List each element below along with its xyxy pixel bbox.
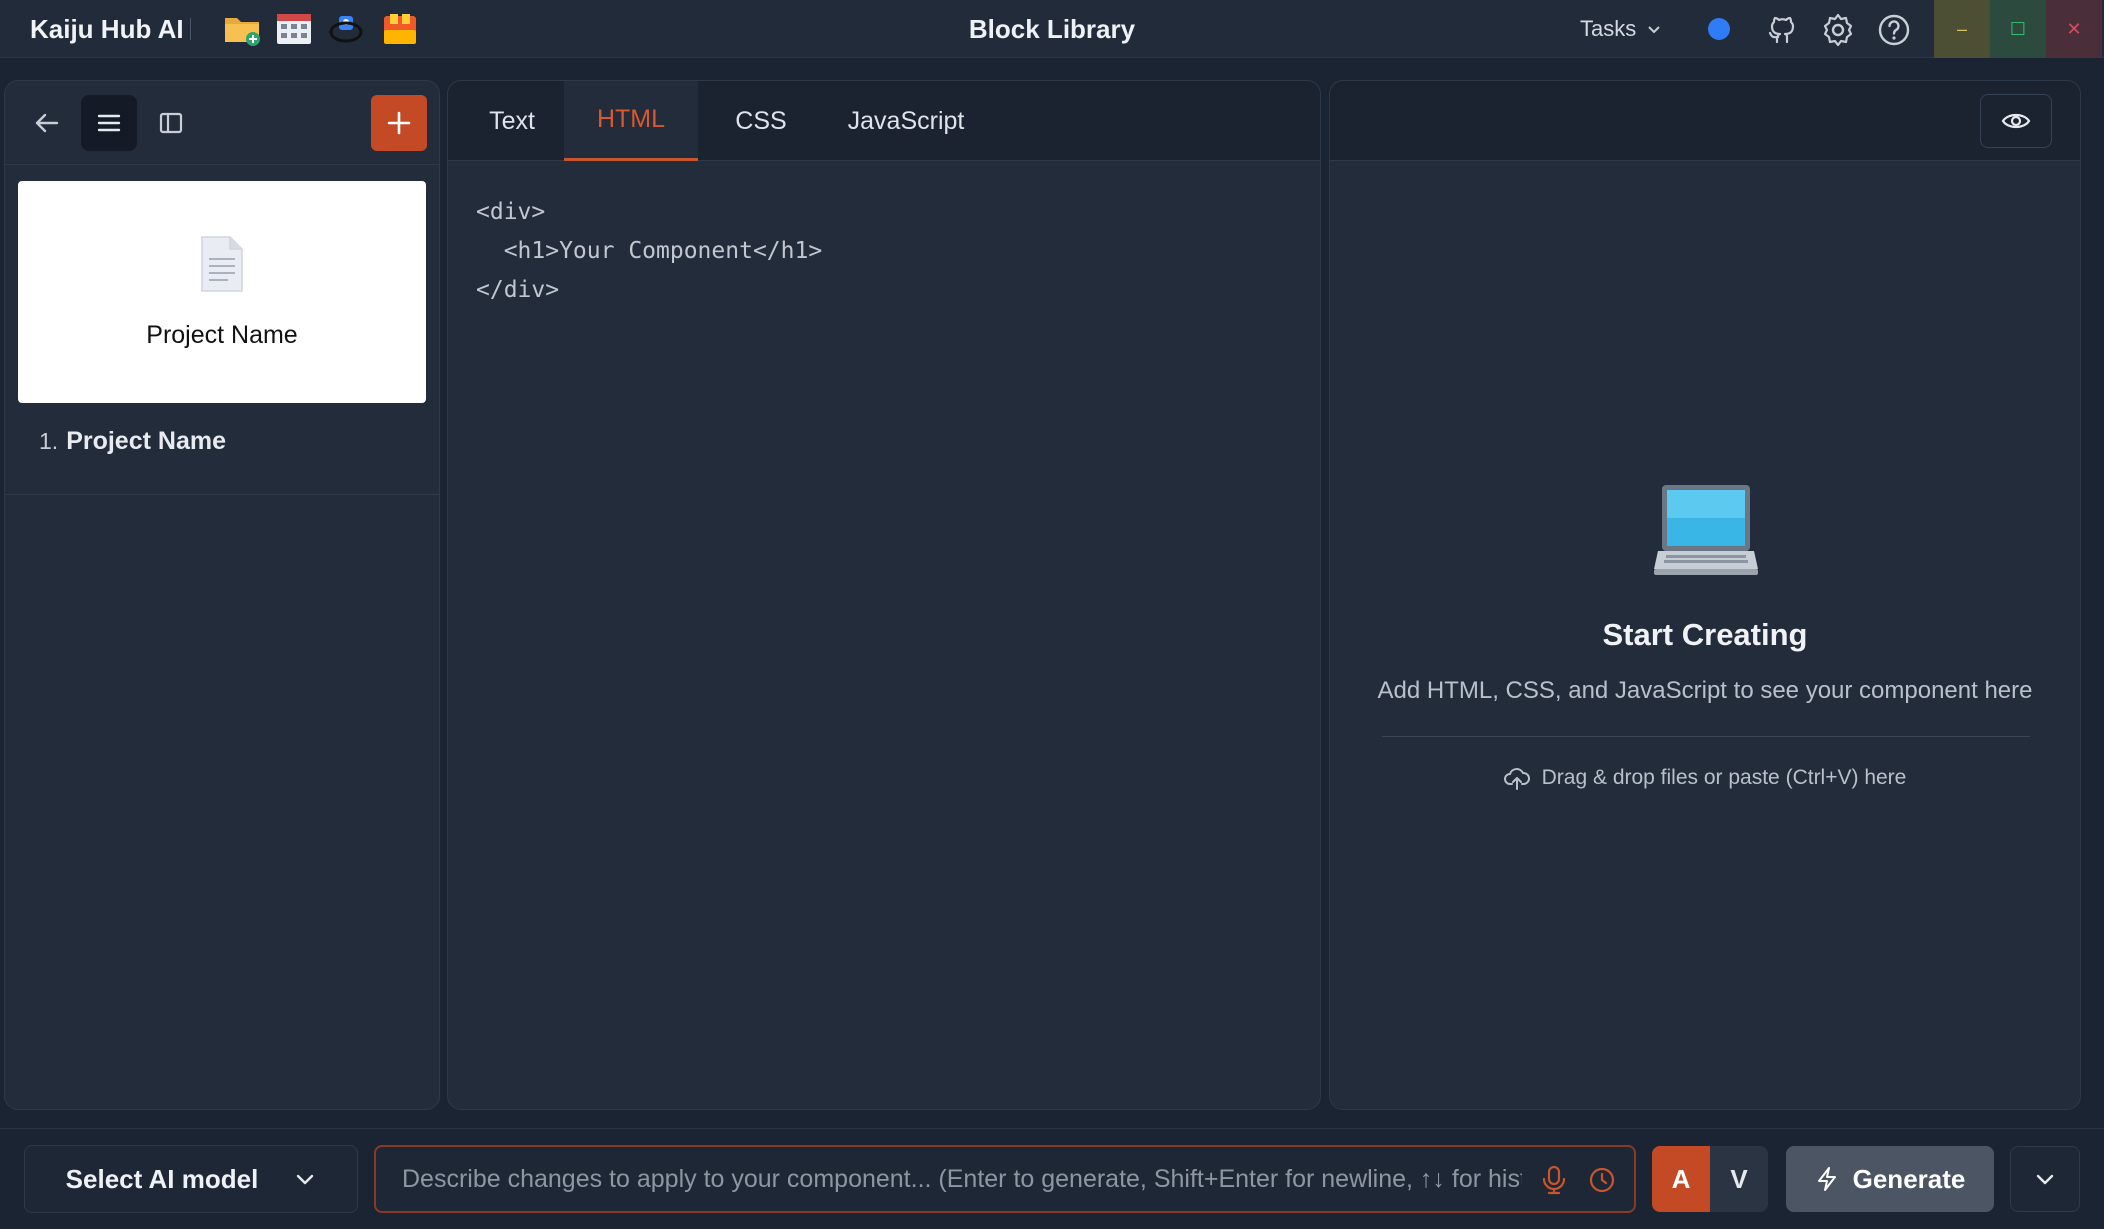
app-name: Kaiju Hub AI [30, 14, 184, 44]
code-line: </div> [476, 277, 560, 303]
preview-divider [1382, 736, 2030, 737]
more-options-button[interactable] [2010, 1146, 2080, 1212]
drop-hint-text: Drag & drop files or paste (Ctrl+V) here [1541, 766, 1907, 789]
code-editor-panel: Text HTML CSS JavaScript <div> <h1>Your … [447, 80, 1321, 1110]
project-card-title: Project Name [146, 321, 298, 349]
close-button[interactable]: ✕ [2046, 0, 2102, 58]
generate-button[interactable]: Generate [1786, 1146, 1994, 1212]
prompt-input[interactable] [402, 1147, 1522, 1211]
tab-text[interactable]: Text [448, 81, 576, 161]
help-icon[interactable] [1876, 12, 1912, 48]
mode-v-button[interactable]: V [1710, 1146, 1768, 1212]
ai-model-label: Select AI model [65, 1163, 259, 1194]
plus-icon [387, 111, 411, 135]
code-line: <h1>Your Component</h1> [476, 238, 823, 264]
upload-cloud-icon [1503, 768, 1530, 790]
tasks-dropdown[interactable]: Tasks [1580, 16, 1662, 42]
history-clock-icon[interactable] [1588, 1165, 1616, 1195]
title-bar: Kaiju Hub AI Block Library Tasks – ☐ ✕ [0, 0, 2104, 58]
status-dot [1708, 18, 1730, 40]
tab-css[interactable]: CSS [698, 81, 824, 161]
preview-panel: Start Creating Add HTML, CSS, and JavaSc… [1329, 80, 2081, 1110]
editor-tabs: Text HTML CSS JavaScript [448, 81, 1320, 161]
tasks-label: Tasks [1580, 16, 1637, 41]
document-icon [201, 236, 243, 292]
sidebar-panel-icon [159, 112, 183, 134]
close-icon: ✕ [2066, 18, 2082, 39]
folder-add-icon[interactable] [222, 10, 262, 48]
preview-header [1330, 81, 2080, 161]
gear-icon[interactable] [1820, 12, 1856, 48]
maximize-button[interactable]: ☐ [1990, 0, 2046, 58]
chevron-down-icon [2036, 1174, 2054, 1185]
calendar-grid-icon[interactable] [274, 10, 314, 48]
title-separator [190, 18, 191, 40]
empty-state-subtitle: Add HTML, CSS, and JavaScript to see you… [1377, 677, 2033, 704]
tab-html[interactable]: HTML [564, 81, 698, 161]
sidebar-toolbar [5, 81, 439, 165]
project-card[interactable]: Project Name [18, 181, 426, 403]
maximize-icon: ☐ [2009, 18, 2027, 39]
preview-toggle-button[interactable] [1980, 94, 2052, 148]
chevron-down-icon [297, 1174, 314, 1185]
ai-model-select[interactable]: Select AI model [24, 1145, 358, 1213]
project-list-item[interactable]: 1. Project Name [39, 427, 226, 456]
minimize-icon: – [1956, 18, 1967, 39]
chevron-down-icon [1648, 26, 1660, 34]
laptop-icon [1654, 485, 1758, 575]
github-icon[interactable] [1764, 12, 1800, 48]
toggle-panel-button[interactable] [143, 95, 199, 151]
tab-javascript[interactable]: JavaScript [824, 81, 988, 161]
project-list-label: Project Name [66, 427, 226, 455]
menu-icon [97, 114, 121, 132]
add-project-button[interactable] [371, 95, 427, 151]
app-window: Kaiju Hub AI Block Library Tasks – ☐ ✕ P… [0, 0, 2104, 1229]
generate-label: Generate [1852, 1163, 1966, 1194]
eye-icon [2001, 113, 2031, 129]
code-editor[interactable]: <div> <h1>Your Component</h1> </div> [476, 193, 822, 310]
project-sidebar: Project Name 1. Project Name [4, 80, 440, 1110]
palette-app-icon[interactable] [380, 10, 420, 48]
sync-app-icon[interactable] [326, 10, 366, 48]
prompt-box [374, 1145, 1636, 1213]
minimize-button[interactable]: – [1934, 0, 1990, 58]
microphone-icon[interactable] [1540, 1165, 1568, 1195]
sidebar-divider [5, 494, 439, 495]
arrow-left-icon [35, 113, 59, 133]
back-button[interactable] [19, 95, 75, 151]
prompt-bar: Select AI model A V Generate [0, 1128, 2104, 1229]
project-list-number: 1. [39, 428, 59, 454]
code-line: <div> [476, 199, 546, 225]
lightning-icon [1817, 1167, 1836, 1191]
list-view-button[interactable] [81, 95, 137, 151]
mode-a-button[interactable]: A [1652, 1146, 1710, 1212]
drop-zone[interactable]: Drag & drop files or paste (Ctrl+V) here [1330, 765, 2080, 791]
empty-state-title: Start Creating [1602, 617, 1808, 652]
